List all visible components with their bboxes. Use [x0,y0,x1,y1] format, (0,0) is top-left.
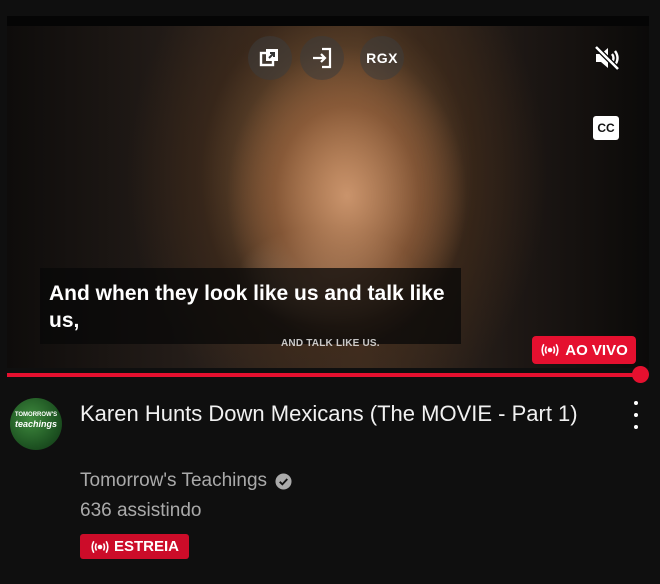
avatar-text-main: teachings [14,419,57,429]
top-bar [0,0,660,16]
captions-button[interactable]: CC [593,116,619,140]
avatar-text-top: TOMORROW'S [14,412,58,418]
more-options-button[interactable] [626,401,646,429]
live-icon [91,540,109,553]
video-title[interactable]: Karen Hunts Down Mexicans (The MOVIE - P… [80,397,610,430]
verified-icon [275,472,292,490]
enter-fullscreen-button[interactable] [300,36,344,80]
viewer-count: 636 assistindo [80,500,202,521]
premiere-label: ESTREIA [113,538,179,555]
pip-icon [259,49,278,67]
channel-line[interactable]: Tomorrow's Teachings [80,470,292,492]
captions-icon: CC [597,121,615,135]
caption-overlay: And when they look like us and talk like… [40,268,461,344]
rgx-label: RGX [366,50,398,66]
live-badge[interactable]: AO VIVO [532,336,636,364]
rgx-button[interactable]: RGX [360,36,404,80]
premiere-badge: ESTREIA [80,534,189,559]
video-player[interactable]: RGX CC And when they look like us and ta… [7,16,649,368]
caption-text: And when they look like us and talk like… [49,282,445,332]
more-icon [634,401,638,405]
enter-icon [313,47,332,69]
burned-in-subtitle: AND TALK LIKE US. [281,338,380,349]
progress-bar[interactable] [7,373,641,377]
live-icon [541,343,559,357]
channel-avatar[interactable]: TOMORROW'S teachings [10,398,62,450]
channel-name[interactable]: Tomorrow's Teachings [80,470,267,492]
mute-button[interactable] [591,42,623,74]
live-label: AO VIVO [565,341,628,359]
miniplayer-button[interactable] [248,36,292,80]
mute-icon [594,45,620,71]
progress-scrubber[interactable] [632,366,649,383]
